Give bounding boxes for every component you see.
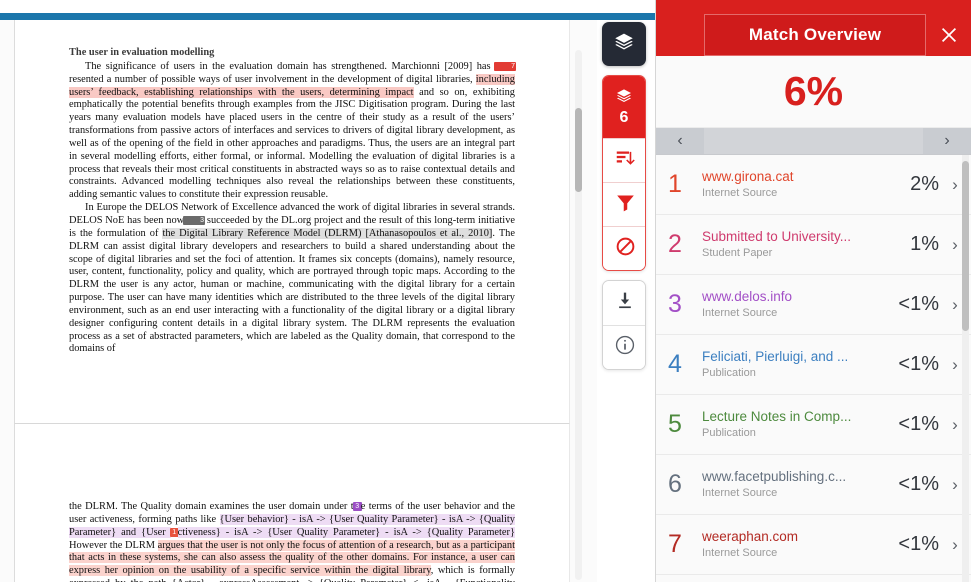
filter-matches-button[interactable] (603, 182, 645, 226)
match-overview-panel: Match Overview 6% ‹ › 1 www.girona.cat Int… (655, 0, 971, 582)
layers-count-icon (616, 88, 632, 109)
document-paragraph-1: The significance of users in the evaluat… (69, 60, 516, 202)
match-source-type: Internet Source (702, 187, 778, 199)
match-source-type: Internet Source (702, 307, 778, 319)
match-percent: 1% (910, 233, 939, 255)
match-source-type: Internet Source (702, 487, 778, 499)
match-source-type: Publication (702, 427, 756, 439)
viewer-toolbar: 6 (602, 22, 646, 370)
p3-text-a: the DLRM. The Quality domain examines th… (69, 501, 354, 512)
exclude-icon (615, 236, 636, 262)
match-percent: <1% (898, 533, 939, 555)
match-text: www.girona.cat Internet Source (702, 168, 881, 201)
match-percent: 2% (910, 173, 939, 195)
match-marker-3-gray[interactable]: 3 (183, 215, 206, 225)
document-viewer[interactable]: The user in evaluation modelling The sig… (0, 20, 597, 582)
match-source-link[interactable]: Submitted to University... (702, 228, 877, 245)
match-source-type: Internet Source (702, 547, 778, 559)
similarity-score-area: 6% (656, 56, 971, 128)
match-source-type: Publication (702, 367, 756, 379)
match-count-value: 6 (619, 109, 629, 126)
p3-connector: and (116, 526, 142, 538)
highlight-match-3-path-2b[interactable]: ctiveness} - isA -> {User Quality Parame… (177, 526, 515, 538)
document-page-2: the DLRM. The Quality domain examines th… (14, 423, 570, 582)
sort-icon (615, 148, 636, 174)
match-tools-group: 6 (602, 75, 646, 271)
nav-spacer (704, 128, 923, 154)
match-source-link[interactable]: Feliciati, Pierluigi, and ... (702, 348, 877, 365)
prev-match-button[interactable]: ‹ (656, 128, 704, 154)
similarity-score: 6% (783, 68, 844, 114)
match-source-link[interactable]: Lecture Notes in Comp... (702, 408, 877, 425)
match-marker-7[interactable]: 7 (494, 61, 516, 71)
match-number: 4 (668, 350, 682, 378)
document-paragraph-2: In Europe the DELOS Network of Excellenc… (69, 202, 515, 356)
p1-text-b: resented a number of possible ways of us… (69, 73, 476, 85)
match-source-link[interactable]: www.facetpublishing.c... (702, 468, 877, 485)
match-source-link[interactable]: weeraphan.com (702, 528, 877, 545)
turnitin-similarity-viewer: The user in evaluation modelling The sig… (0, 0, 971, 582)
filter-icon (615, 192, 636, 218)
p1-text-a: The significance of users in the evaluat… (85, 60, 496, 72)
document-scrollbar-thumb[interactable] (575, 108, 582, 192)
match-row[interactable]: 7 weeraphan.com Internet Source <1% › (656, 515, 971, 575)
panel-scrollbar-thumb[interactable] (962, 161, 969, 331)
export-tools-group (602, 280, 646, 370)
match-number: 6 (668, 470, 682, 498)
match-source-link[interactable]: www.delos.info (702, 288, 877, 305)
info-button[interactable] (603, 325, 645, 369)
match-count-button[interactable]: 6 (603, 76, 645, 138)
sort-matches-button[interactable] (603, 138, 645, 182)
match-text: www.facetpublishing.c... Internet Source (702, 468, 881, 501)
exclude-sources-button[interactable] (603, 226, 645, 270)
close-icon[interactable] (934, 20, 964, 50)
highlight-match-3-path-2a[interactable]: {User (141, 526, 171, 538)
match-text: Submitted to University... Student Paper (702, 228, 881, 261)
document-paragraph-3: the DLRM. The Quality domain examines th… (69, 501, 516, 582)
similarity-layers-button[interactable] (602, 22, 646, 66)
download-icon (615, 291, 635, 316)
next-match-button[interactable]: › (923, 128, 971, 154)
top-blue-bar (0, 13, 655, 20)
match-percent: <1% (898, 473, 939, 495)
match-row[interactable]: 1 www.girona.cat Internet Source 2% › (656, 155, 971, 215)
match-number: 3 (668, 290, 682, 318)
match-list[interactable]: 1 www.girona.cat Internet Source 2% › 2 Submit… (656, 155, 971, 582)
match-text: www.delos.info Internet Source (702, 288, 881, 321)
download-button[interactable] (603, 281, 645, 325)
match-percent: <1% (898, 293, 939, 315)
layers-icon (614, 32, 634, 57)
match-percent: <1% (898, 413, 939, 435)
match-source-link[interactable]: www.girona.cat (702, 168, 877, 185)
panel-title: Match Overview (748, 25, 882, 44)
document-page-1: The user in evaluation modelling The sig… (14, 20, 570, 423)
match-row[interactable]: 6 www.facetpublishing.c... Internet Source… (656, 455, 971, 515)
panel-title-box: Match Overview (704, 14, 926, 56)
match-number: 2 (668, 230, 682, 258)
match-text: Lecture Notes in Comp... Publication (702, 408, 881, 441)
document-heading: The user in evaluation modelling (69, 47, 215, 58)
match-source-type: Student Paper (702, 247, 773, 259)
match-row[interactable]: 3 www.delos.info Internet Source <1% › (656, 275, 971, 335)
p1-text-c: and so on, exhibiting emphatically the p… (69, 86, 515, 201)
p3-text-c: However the DLRM (69, 539, 158, 551)
match-text: Feliciati, Pierluigi, and ... Publication (702, 348, 881, 381)
match-row[interactable]: 5 Lecture Notes in Comp... Publication <1% › (656, 395, 971, 455)
match-number: 7 (668, 530, 682, 558)
match-percent: <1% (898, 353, 939, 375)
match-number: 1 (668, 170, 682, 198)
highlight-match-3[interactable]: the Digital Library Reference Model (DLR… (162, 227, 493, 239)
match-navigation-bar: ‹ › (656, 128, 971, 155)
match-row[interactable]: 4 Feliciati, Pierluigi, and ... Publicatio… (656, 335, 971, 395)
info-icon (614, 334, 636, 361)
panel-header: Match Overview (656, 0, 971, 56)
p2-text-c: . The DLRM can assist digital library de… (69, 227, 515, 355)
match-number: 5 (668, 410, 682, 438)
match-row[interactable]: 2 Submitted to University... Student Paper… (656, 215, 971, 275)
match-text: weeraphan.com Internet Source (702, 528, 881, 561)
